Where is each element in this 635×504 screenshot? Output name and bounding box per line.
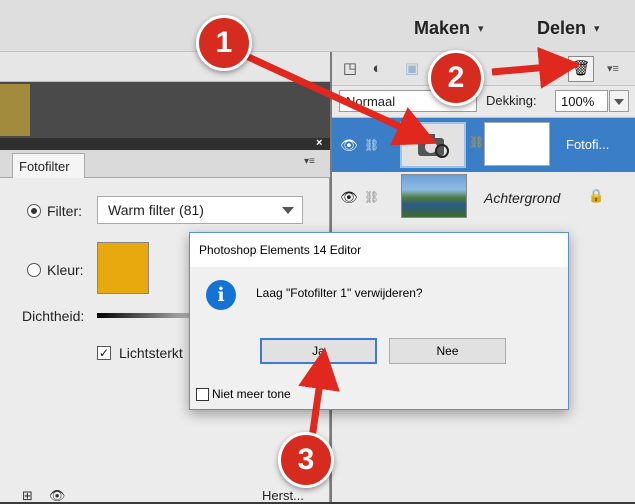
callout-3: 3: [278, 432, 334, 488]
arrow-1: [242, 51, 438, 146]
arrow-3: [298, 347, 340, 439]
callout-1: 1: [196, 15, 252, 71]
annotation-arrows: [242, 46, 581, 439]
callout-2: 2: [428, 50, 484, 106]
arrow-2: [491, 46, 581, 89]
